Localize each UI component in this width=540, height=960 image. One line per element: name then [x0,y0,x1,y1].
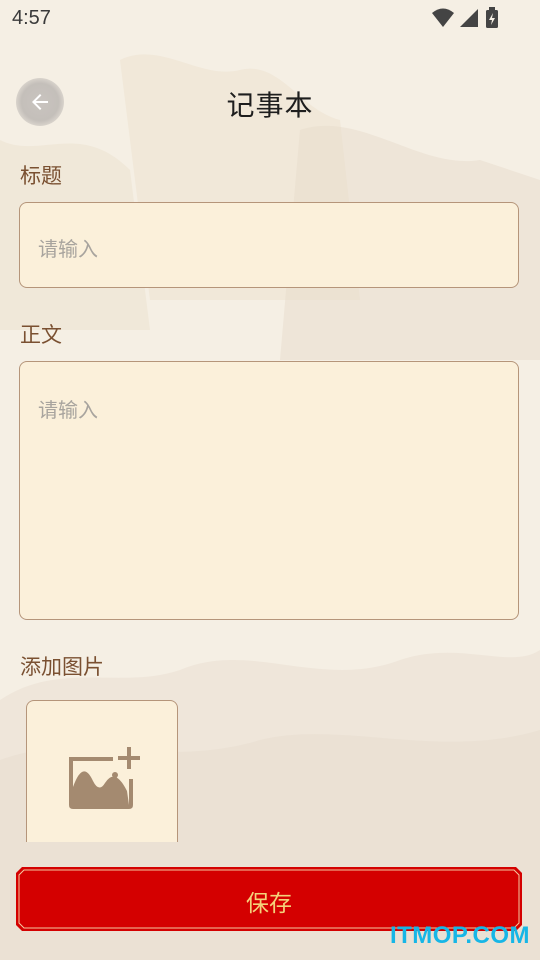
body-label: 正文 [20,323,62,347]
status-time: 4:57 [12,7,51,29]
signal-icon [460,9,478,27]
image-label: 添加图片 [20,655,104,679]
battery-charging-icon [486,7,498,28]
body-textarea[interactable]: 请输入 [19,361,519,620]
add-photo-icon [69,747,140,809]
status-icons [432,7,498,28]
watermark-text: ITMOP.COM [389,922,530,949]
title-placeholder: 请输入 [38,237,98,261]
title-input[interactable]: 请输入 [19,202,519,288]
save-button-label: 保存 [246,891,292,917]
body-placeholder: 请输入 [38,398,98,422]
title-label: 标题 [20,164,62,188]
add-image-button[interactable] [26,700,178,842]
page-title: 记事本 [226,89,314,122]
status-bar: 4:57 [0,0,540,36]
wifi-icon [432,8,454,27]
header: 记事本 [0,70,540,134]
